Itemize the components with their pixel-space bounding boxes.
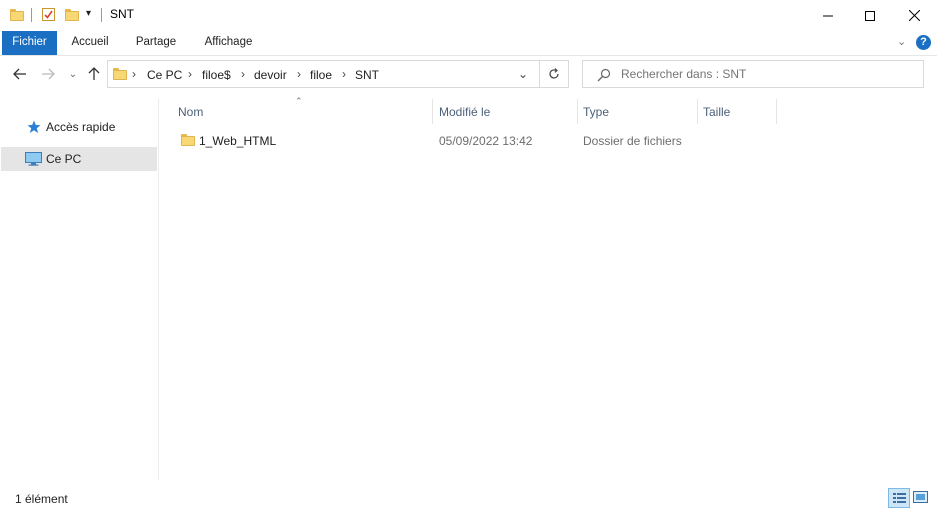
breadcrumb-snt[interactable]: SNT (355, 68, 379, 82)
search-input[interactable] (621, 66, 911, 82)
separator (31, 8, 32, 22)
maximize-button[interactable] (847, 0, 893, 31)
breadcrumb-devoir[interactable]: devoir (254, 68, 287, 82)
chevron-right-icon[interactable]: › (241, 67, 245, 81)
folder-icon (181, 134, 195, 146)
back-button[interactable] (9, 63, 31, 85)
address-bar[interactable]: › Ce PC › filoe$ › devoir › filoe › SNT … (107, 60, 540, 88)
minimize-button[interactable] (805, 0, 851, 31)
window-title: SNT (110, 7, 134, 21)
tab-partage[interactable]: Partage (130, 31, 182, 55)
details-view-icon (893, 493, 906, 503)
ribbon-tabs: Fichier Accueil Partage Affichage ⌄ ? (0, 31, 937, 56)
chevron-right-icon[interactable]: › (188, 67, 192, 81)
column-header-nom[interactable]: Nom (178, 105, 203, 119)
tab-fichier[interactable]: Fichier (2, 31, 57, 55)
file-type: Dossier de fichiers (583, 134, 682, 148)
column-header-type[interactable]: Type (583, 105, 609, 119)
refresh-button[interactable] (540, 60, 569, 88)
up-button[interactable] (83, 63, 105, 85)
breadcrumb-filoe[interactable]: filoe (310, 68, 332, 82)
nav-item-ce-pc[interactable]: Ce PC (1, 147, 157, 171)
customize-toolbar-icon[interactable]: ▾ (86, 8, 91, 19)
computer-icon (25, 152, 42, 166)
close-button[interactable] (891, 0, 937, 31)
breadcrumb-filoe-share[interactable]: filoe$ (202, 68, 231, 82)
separator (101, 8, 102, 22)
file-row[interactable]: 1_Web_HTML 05/09/2022 13:42 Dossier de f… (172, 128, 777, 152)
status-item-count: 1 élément (15, 492, 68, 506)
folder-icon (10, 9, 24, 21)
navigation-pane: Accès rapide Ce PC (0, 99, 159, 480)
properties-icon[interactable] (42, 8, 55, 21)
star-icon (27, 120, 41, 133)
chevron-right-icon[interactable]: › (342, 67, 346, 81)
tab-accueil[interactable]: Accueil (65, 31, 115, 55)
nav-item-label: Ce PC (46, 152, 82, 166)
large-icons-view-icon (913, 491, 928, 503)
nav-item-label: Accès rapide (46, 120, 116, 134)
help-icon[interactable]: ? (916, 35, 931, 50)
forward-button[interactable] (37, 63, 59, 85)
file-name: 1_Web_HTML (199, 134, 277, 148)
file-modified: 05/09/2022 13:42 (439, 134, 533, 148)
nav-item-acces-rapide[interactable]: Accès rapide (1, 115, 157, 139)
large-icons-view-button[interactable] (913, 491, 928, 504)
expand-ribbon-icon[interactable]: ⌄ (897, 35, 906, 48)
chevron-right-icon[interactable]: › (132, 67, 136, 81)
sort-ascending-icon: ⌃ (295, 96, 303, 106)
folder-icon (113, 68, 127, 80)
column-divider[interactable] (697, 99, 698, 124)
breadcrumb-ce-pc[interactable]: Ce PC (147, 68, 182, 82)
title-bar: ▾ SNT (0, 0, 937, 31)
tab-affichage[interactable]: Affichage (197, 31, 260, 55)
recent-locations-icon[interactable]: ⌄ (62, 63, 84, 85)
new-folder-icon[interactable] (65, 9, 79, 21)
search-box[interactable] (582, 60, 924, 88)
details-view-button[interactable] (888, 488, 910, 508)
column-header-taille[interactable]: Taille (703, 105, 730, 119)
column-divider[interactable] (776, 99, 777, 124)
chevron-right-icon[interactable]: › (297, 67, 301, 81)
column-divider[interactable] (577, 99, 578, 124)
address-dropdown-icon[interactable]: ⌄ (518, 67, 528, 81)
search-icon (597, 68, 611, 82)
column-divider[interactable] (432, 99, 433, 124)
column-header-modifie[interactable]: Modifié le (439, 105, 490, 119)
